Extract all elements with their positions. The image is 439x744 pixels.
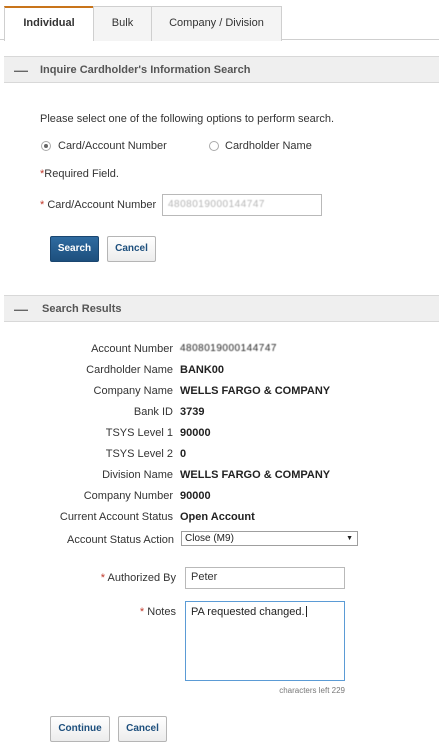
result-label-company-name: Company Name xyxy=(93,385,173,397)
result-label-current-account-status: Current Account Status xyxy=(59,511,173,523)
status-action-value: Close (M9) xyxy=(185,533,234,544)
authorized-by-value: Peter xyxy=(191,571,218,583)
radio-card-account-number[interactable] xyxy=(41,141,51,151)
results-section-title: Search Results xyxy=(42,303,122,315)
card-account-label-text: Card/Account Number xyxy=(47,199,157,211)
card-account-label: * Card/Account Number xyxy=(40,199,156,211)
tab-individual[interactable]: Individual xyxy=(4,6,94,41)
status-action-select[interactable]: Close (M9) ▼ xyxy=(181,531,358,546)
result-label-tsys-level-2: TSYS Level 2 xyxy=(105,448,173,460)
text-cursor xyxy=(305,606,307,617)
option-label-card-account: Card/Account Number xyxy=(58,140,167,152)
result-label-tsys-level-1: TSYS Level 1 xyxy=(105,427,173,439)
option-label-cardholder-name: Cardholder Name xyxy=(225,140,312,152)
result-value-company-name: WELLS FARGO & COMPANY xyxy=(180,385,331,397)
result-label-company-number: Company Number xyxy=(83,490,173,502)
caret-down-icon: ▼ xyxy=(346,535,353,542)
required-mark: * xyxy=(40,199,45,211)
card-account-input[interactable]: 4808019000144747 xyxy=(162,194,322,216)
status-action-label: Account Status Action xyxy=(66,534,174,546)
result-value-company-number: 90000 xyxy=(180,490,211,502)
search-instruction: Please select one of the following optio… xyxy=(40,113,335,125)
result-label-bank-id: Bank ID xyxy=(133,406,173,418)
result-value-tsys-level-2: 0 xyxy=(180,448,187,460)
notes-textarea[interactable]: PA requested changed. xyxy=(185,601,345,681)
search-button[interactable]: Search xyxy=(50,236,99,262)
continue-button[interactable]: Continue xyxy=(50,716,110,742)
results-section-header[interactable]: — Search Results xyxy=(4,295,439,322)
notes-label-text: Notes xyxy=(147,606,176,618)
required-field-note: *Required Field. xyxy=(40,168,119,180)
result-value-bank-id: 3739 xyxy=(180,406,205,418)
required-mark: * xyxy=(100,572,106,584)
characters-left: characters left 229 xyxy=(279,686,345,695)
result-value-current-account-status: Open Account xyxy=(180,511,255,523)
result-value-division-name: WELLS FARGO & COMPANY xyxy=(180,469,331,481)
radio-cardholder-name[interactable] xyxy=(209,141,219,151)
notes-value: PA requested changed. xyxy=(191,606,305,618)
required-note-text: Required Field. xyxy=(44,168,119,180)
search-cancel-button[interactable]: Cancel xyxy=(107,236,156,262)
result-value-cardholder-name: BANK00 xyxy=(180,364,225,376)
notes-label: * Notes xyxy=(140,606,176,618)
result-label-account-number: Account Number xyxy=(91,343,173,355)
search-section-header[interactable]: — Inquire Cardholder's Information Searc… xyxy=(4,56,439,83)
authorized-by-label-text: Authorized By xyxy=(107,572,176,584)
minus-icon[interactable]: — xyxy=(14,296,28,322)
card-account-value: 4808019000144747 xyxy=(168,199,265,210)
tab-bulk[interactable]: Bulk xyxy=(93,6,152,41)
authorized-by-input[interactable]: Peter xyxy=(185,567,345,589)
minus-icon[interactable]: — xyxy=(14,57,28,83)
tab-bar: Individual Bulk Company / Division xyxy=(0,0,439,41)
search-section-title: Inquire Cardholder's Information Search xyxy=(40,64,251,76)
result-label-cardholder-name: Cardholder Name xyxy=(86,364,173,376)
authorized-by-label: * Authorized By xyxy=(101,572,176,584)
result-label-division-name: Division Name xyxy=(102,469,173,481)
results-cancel-button[interactable]: Cancel xyxy=(118,716,167,742)
tab-company-division[interactable]: Company / Division xyxy=(151,6,282,41)
result-value-account-number: 4808019000144747 xyxy=(180,343,277,354)
result-value-tsys-level-1: 90000 xyxy=(180,427,211,439)
required-mark: * xyxy=(139,606,145,618)
